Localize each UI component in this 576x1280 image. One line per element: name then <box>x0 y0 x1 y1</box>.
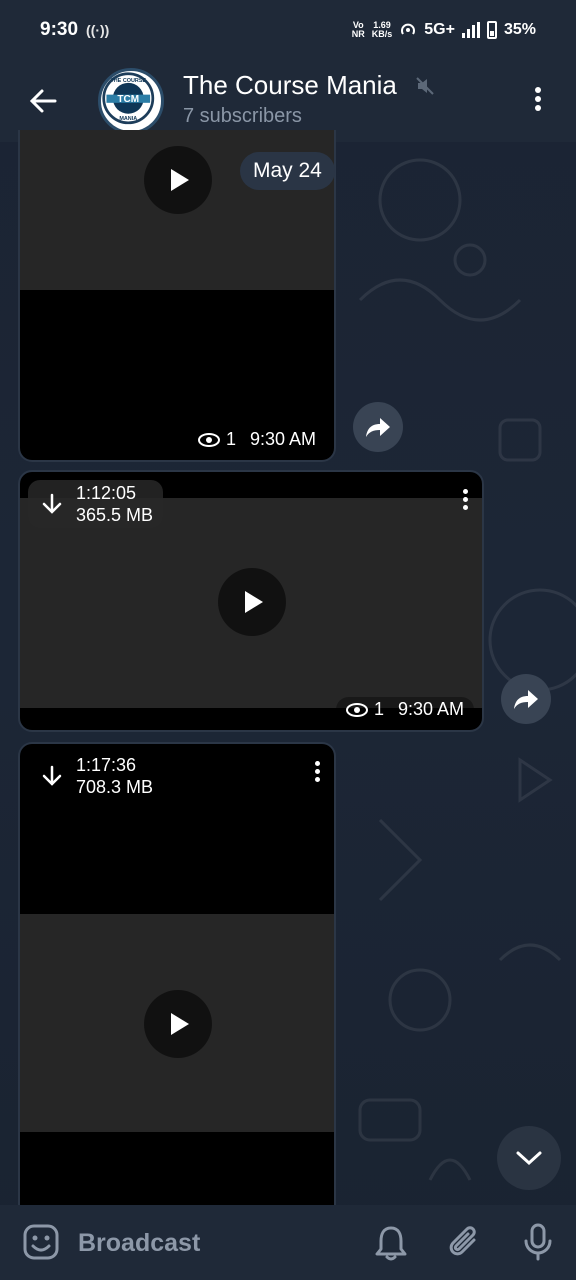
share-button[interactable] <box>501 674 551 724</box>
svg-text:THE COURSE: THE COURSE <box>110 78 146 84</box>
broadcast-label[interactable]: Broadcast <box>78 1229 200 1258</box>
video-duration: 1:17:36 <box>76 755 137 775</box>
play-button[interactable] <box>144 146 212 214</box>
play-icon <box>171 169 189 191</box>
date-separator: May 24 <box>240 152 335 190</box>
share-arrow-icon <box>514 690 538 709</box>
emoji-icon[interactable] <box>22 1223 60 1261</box>
channel-avatar[interactable]: TCM THE COURSE MANIA <box>98 68 164 134</box>
course-mania-logo: TCM THE COURSE MANIA <box>102 72 155 125</box>
download-arrow-icon[interactable] <box>40 492 64 516</box>
download-info: 1:17:36 708.3 MB <box>28 752 163 800</box>
view-count: 1 <box>225 429 236 449</box>
svg-text:MANIA: MANIA <box>119 116 137 122</box>
video-options-button[interactable] <box>312 758 322 788</box>
file-size: 708.3 MB <box>76 777 154 797</box>
bottom-bar: Broadcast <box>0 1205 576 1280</box>
battery-level: 35% <box>503 21 536 38</box>
status-indicators: Vo NR 1.69 KB/s 5G+ 35% <box>352 21 536 39</box>
scroll-to-bottom-button[interactable] <box>497 1126 561 1190</box>
share-arrow-icon <box>366 418 390 437</box>
file-size: 365.5 MB <box>76 505 154 525</box>
message-meta: 1 9:30 AM <box>187 427 326 452</box>
volte-indicator: Vo NR <box>351 20 365 39</box>
back-arrow-icon[interactable] <box>28 86 58 116</box>
microphone-icon[interactable] <box>521 1222 555 1262</box>
bell-icon[interactable] <box>373 1224 409 1262</box>
status-time: 9:30 <box>40 19 79 40</box>
play-icon <box>245 591 263 613</box>
video-message-2[interactable]: 1:12:05 365.5 MB 1 9:30 AM <box>18 470 484 732</box>
wifi-hotspot-icon <box>401 23 416 35</box>
muted-icon <box>416 77 434 95</box>
signal-icon <box>461 22 480 38</box>
svg-text:TCM: TCM <box>117 94 139 105</box>
play-button[interactable] <box>218 568 286 636</box>
hotspot-icon: ((·)) <box>86 22 110 38</box>
subscriber-count: 7 subscribers <box>183 105 302 127</box>
video-message-3[interactable]: 1:17:36 708.3 MB <box>18 742 336 1222</box>
status-bar: 9:30 ((·)) Vo NR 1.69 KB/s 5G+ 35% <box>0 0 576 60</box>
chevron-down-icon <box>516 1151 542 1166</box>
play-icon <box>171 1013 189 1035</box>
views-eye-icon <box>345 702 368 717</box>
video-options-button[interactable] <box>460 486 470 516</box>
play-button[interactable] <box>144 990 212 1058</box>
download-info: 1:12:05 365.5 MB <box>28 480 164 528</box>
network-speed: 1.69 KB/s <box>371 20 393 39</box>
message-time: 9:30 AM <box>249 429 316 449</box>
attach-paperclip-icon[interactable] <box>446 1224 484 1262</box>
message-meta: 1 9:30 AM <box>335 697 474 722</box>
view-count: 1 <box>373 699 384 719</box>
video-duration: 1:12:05 <box>76 483 137 503</box>
views-eye-icon <box>197 432 220 447</box>
more-options-button[interactable] <box>528 84 548 118</box>
message-time: 9:30 AM <box>397 699 464 719</box>
network-type: 5G+ <box>424 21 455 38</box>
download-arrow-icon[interactable] <box>40 764 64 788</box>
share-button[interactable] <box>353 402 403 452</box>
battery-icon <box>486 21 497 39</box>
channel-title[interactable]: The Course Mania <box>183 70 397 101</box>
